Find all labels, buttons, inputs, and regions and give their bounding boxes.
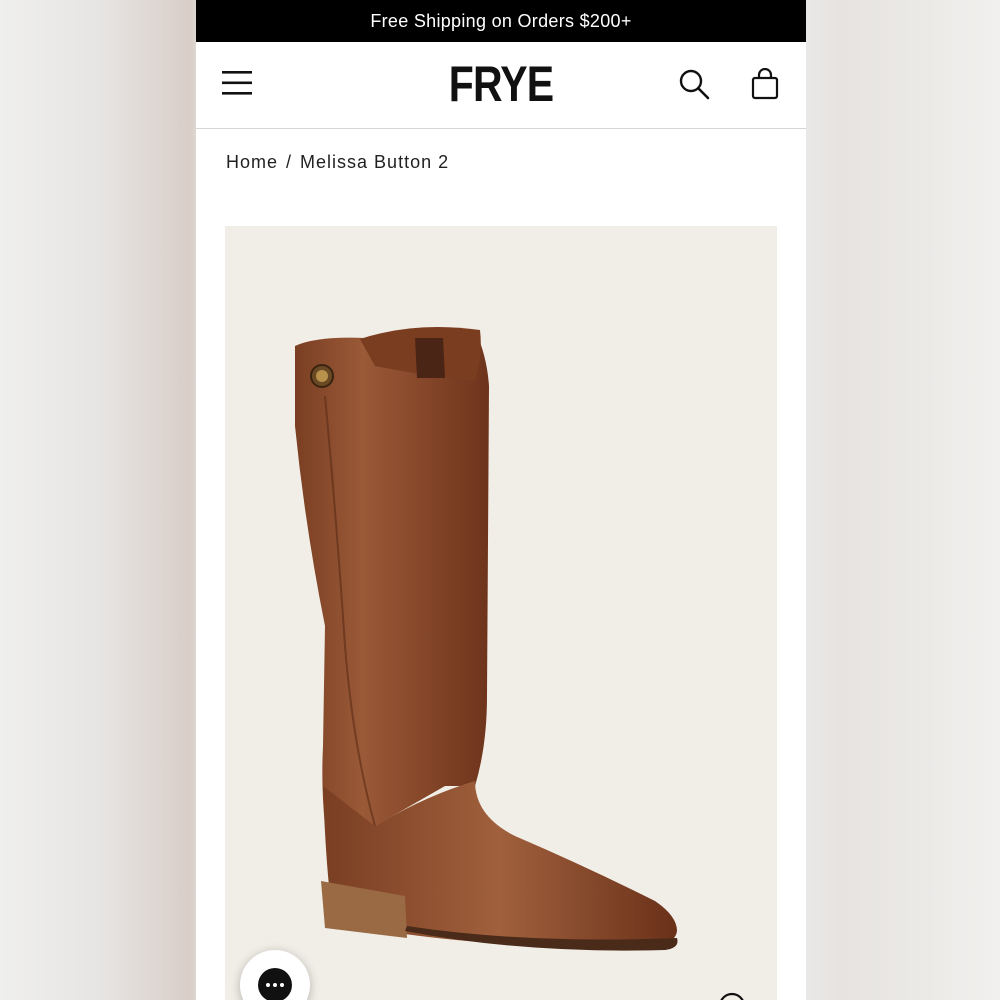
shopping-bag-icon[interactable] bbox=[750, 67, 780, 102]
promo-banner[interactable]: Free Shipping on Orders $200+ bbox=[196, 0, 806, 42]
boot-shaft bbox=[295, 330, 489, 826]
breadcrumb: Home / Melissa Button 2 bbox=[226, 152, 449, 173]
breadcrumb-separator: / bbox=[286, 152, 293, 172]
button-center bbox=[316, 370, 328, 382]
site-header: FRYE bbox=[196, 42, 806, 129]
zoom-icon[interactable] bbox=[716, 990, 748, 1000]
mobile-page: Free Shipping on Orders $200+ FRYE Home bbox=[196, 0, 806, 1000]
promo-text: Free Shipping on Orders $200+ bbox=[370, 10, 632, 31]
breadcrumb-home-link[interactable]: Home bbox=[226, 152, 278, 173]
hamburger-menu-icon[interactable] bbox=[220, 68, 254, 98]
breadcrumb-current: Melissa Button 2 bbox=[300, 152, 450, 172]
search-icon[interactable] bbox=[678, 68, 712, 102]
chat-ellipsis-icon bbox=[258, 968, 292, 1000]
product-image[interactable] bbox=[225, 226, 777, 1000]
pull-tab bbox=[415, 338, 445, 378]
frye-logo[interactable]: FRYE bbox=[251, 56, 751, 112]
boot-illustration bbox=[295, 327, 678, 951]
